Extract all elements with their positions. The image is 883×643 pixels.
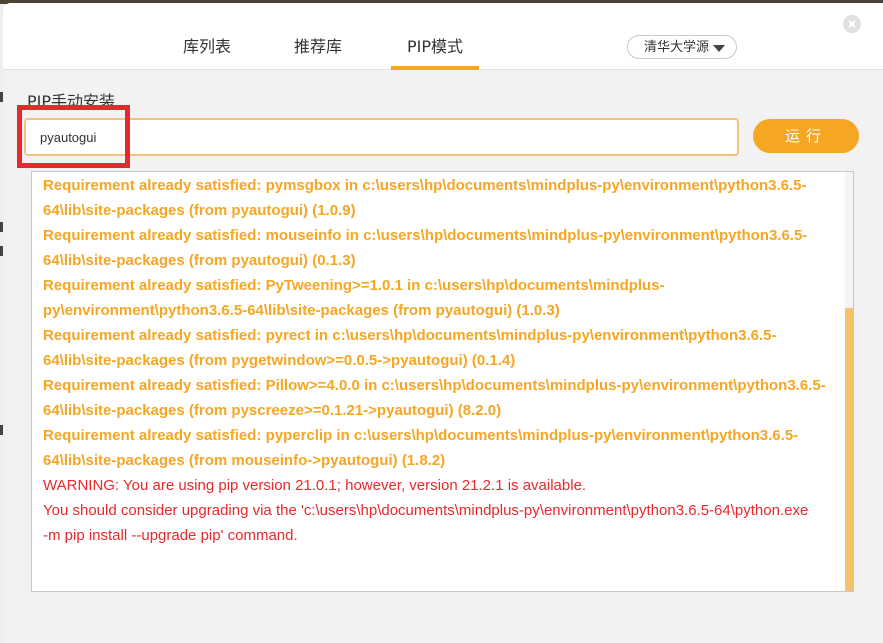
output-line: Requirement already satisfied: Pillow>=4… (43, 377, 826, 394)
warning-line: -m pip install --upgrade pip' command. (43, 527, 298, 544)
package-name-input[interactable] (24, 118, 739, 156)
output-line: Requirement already satisfied: pymsgbox … (43, 177, 807, 194)
run-button[interactable]: 运行 (753, 119, 859, 153)
chevron-down-icon (713, 45, 725, 52)
output-line: 64\lib\site-packages (from pyscreeze>=0.… (43, 402, 502, 419)
output-lines: Requirement already satisfied: pymsgbox … (43, 173, 838, 548)
output-line: 64\lib\site-packages (from mouseinfo->py… (43, 452, 446, 469)
close-icon[interactable] (843, 15, 861, 33)
pip-install-dialog: 库列表 推荐库 PIP模式 清华大学源 PIP手动安装 运行 Requireme… (3, 3, 883, 643)
output-line: Requirement already satisfied: pyrect in… (43, 327, 777, 344)
output-console[interactable]: Requirement already satisfied: pymsgbox … (31, 171, 854, 592)
warning-line: You should consider upgrading via the 'c… (43, 502, 809, 519)
warning-line: WARNING: You are using pip version 21.0.… (43, 477, 587, 494)
output-line: Requirement already satisfied: pyperclip… (43, 427, 799, 444)
mirror-source-value: 清华大学源 (644, 40, 710, 55)
tab-bar: 库列表 推荐库 PIP模式 清华大学源 (3, 3, 883, 70)
scrollbar-track[interactable] (845, 172, 853, 591)
tab-library-list[interactable]: 库列表 (176, 33, 238, 69)
output-line: 64\lib\site-packages (from pygetwindow>=… (43, 352, 516, 369)
output-line: Requirement already satisfied: PyTweenin… (43, 277, 665, 294)
output-line: Requirement already satisfied: mouseinfo… (43, 227, 808, 244)
output-line: 64\lib\site-packages (from pyautogui) (1… (43, 202, 356, 219)
tab-pip-mode[interactable]: PIP模式 (391, 33, 479, 70)
output-line: 64\lib\site-packages (from pyautogui) (0… (43, 252, 356, 269)
scrollbar-thumb[interactable] (845, 308, 853, 591)
output-line: py\environment\python3.6.5-64\lib\site-p… (43, 302, 560, 319)
tab-recommended-libraries[interactable]: 推荐库 (290, 33, 346, 69)
mirror-source-select[interactable]: 清华大学源 (627, 35, 737, 59)
section-title: PIP手动安装 (27, 92, 116, 111)
